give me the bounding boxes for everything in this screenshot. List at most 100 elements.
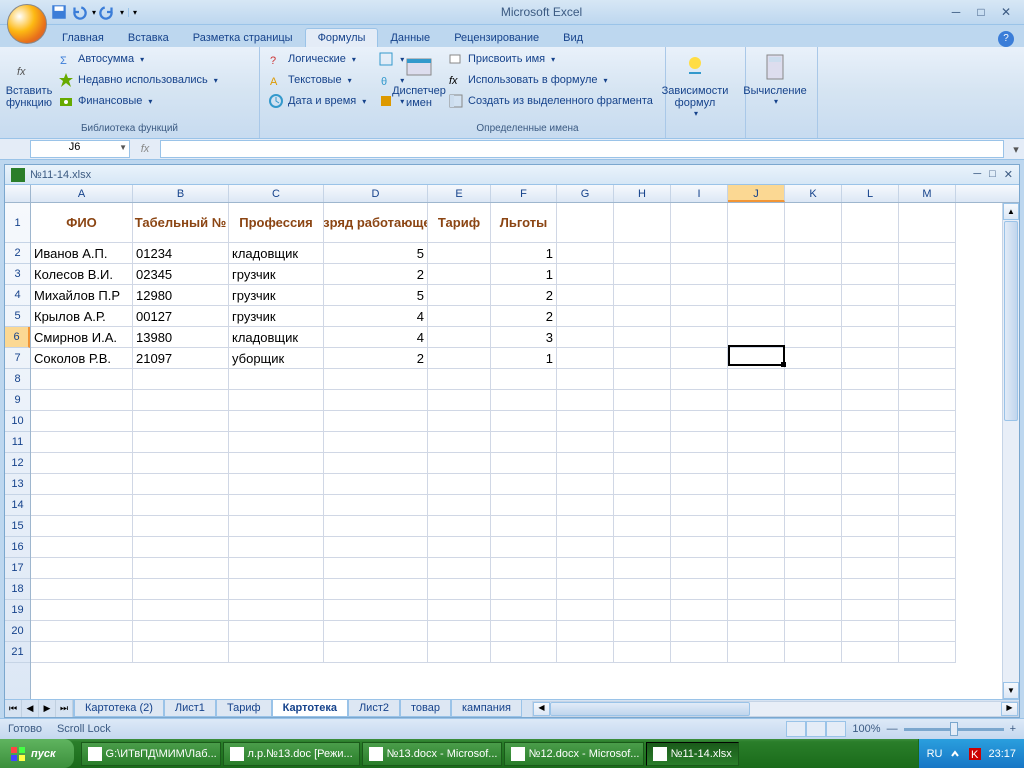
- cell-F17[interactable]: [491, 558, 557, 579]
- cell-D17[interactable]: [324, 558, 428, 579]
- cell-D8[interactable]: [324, 369, 428, 390]
- cell-K18[interactable]: [785, 579, 842, 600]
- cell-M3[interactable]: [899, 264, 956, 285]
- row-header-2[interactable]: 2: [5, 243, 30, 264]
- cell-L15[interactable]: [842, 516, 899, 537]
- cell-H11[interactable]: [614, 432, 671, 453]
- row-header-12[interactable]: 12: [5, 453, 30, 474]
- cell-D7[interactable]: 2: [324, 348, 428, 369]
- cell-J15[interactable]: [728, 516, 785, 537]
- cell-L19[interactable]: [842, 600, 899, 621]
- cell-F8[interactable]: [491, 369, 557, 390]
- logical-button[interactable]: ?Логические▾: [264, 49, 370, 69]
- cell-E19[interactable]: [428, 600, 491, 621]
- cell-D9[interactable]: [324, 390, 428, 411]
- sheet-tab-2[interactable]: Тариф: [216, 700, 272, 717]
- cell-G14[interactable]: [557, 495, 614, 516]
- cell-G1[interactable]: [557, 203, 614, 243]
- col-header-D[interactable]: D: [324, 185, 428, 202]
- cell-C5[interactable]: грузчик: [229, 306, 324, 327]
- hscroll-thumb[interactable]: [550, 702, 750, 716]
- name-manager-button[interactable]: Диспетчер имен: [394, 49, 444, 111]
- cell-F5[interactable]: 2: [491, 306, 557, 327]
- row-header-18[interactable]: 18: [5, 579, 30, 600]
- cell-H10[interactable]: [614, 411, 671, 432]
- scroll-up-button[interactable]: ▲: [1003, 203, 1019, 220]
- trace-button[interactable]: Зависимости формул▾: [670, 49, 720, 120]
- cell-F4[interactable]: 2: [491, 285, 557, 306]
- cell-E21[interactable]: [428, 642, 491, 663]
- qat-undo-button[interactable]: [70, 3, 88, 21]
- cell-I19[interactable]: [671, 600, 728, 621]
- cell-I20[interactable]: [671, 621, 728, 642]
- sheet-tab-4[interactable]: Лист2: [348, 700, 400, 717]
- cell-E8[interactable]: [428, 369, 491, 390]
- cell-K9[interactable]: [785, 390, 842, 411]
- cell-M13[interactable]: [899, 474, 956, 495]
- cell-E4[interactable]: [428, 285, 491, 306]
- cell-M5[interactable]: [899, 306, 956, 327]
- cell-F13[interactable]: [491, 474, 557, 495]
- view-layout-button[interactable]: [806, 721, 826, 737]
- cell-M21[interactable]: [899, 642, 956, 663]
- cell-H16[interactable]: [614, 537, 671, 558]
- row-header-5[interactable]: 5: [5, 306, 30, 327]
- define-name-button[interactable]: Присвоить имя▾: [444, 49, 657, 69]
- cell-M9[interactable]: [899, 390, 956, 411]
- cell-K20[interactable]: [785, 621, 842, 642]
- tray-lang[interactable]: RU: [927, 748, 943, 760]
- cell-L10[interactable]: [842, 411, 899, 432]
- cell-A7[interactable]: Соколов Р.В.: [31, 348, 133, 369]
- cell-E20[interactable]: [428, 621, 491, 642]
- cell-F12[interactable]: [491, 453, 557, 474]
- cell-G3[interactable]: [557, 264, 614, 285]
- cell-I17[interactable]: [671, 558, 728, 579]
- cell-B1[interactable]: Табельный №: [133, 203, 229, 243]
- row-header-9[interactable]: 9: [5, 390, 30, 411]
- cell-A5[interactable]: Крылов А.Р.: [31, 306, 133, 327]
- cell-F11[interactable]: [491, 432, 557, 453]
- cell-D11[interactable]: [324, 432, 428, 453]
- cell-C8[interactable]: [229, 369, 324, 390]
- col-header-C[interactable]: C: [229, 185, 324, 202]
- sheet-tab-6[interactable]: кампания: [451, 700, 522, 717]
- cell-F9[interactable]: [491, 390, 557, 411]
- cell-I21[interactable]: [671, 642, 728, 663]
- scroll-left-button[interactable]: ◀: [533, 702, 550, 716]
- cell-D6[interactable]: 4: [324, 327, 428, 348]
- qat-customize-dropdown[interactable]: ▾: [128, 8, 137, 17]
- col-header-I[interactable]: I: [671, 185, 728, 202]
- text-button[interactable]: AТекстовые▾: [264, 70, 370, 90]
- cell-G6[interactable]: [557, 327, 614, 348]
- cell-J2[interactable]: [728, 243, 785, 264]
- cell-J14[interactable]: [728, 495, 785, 516]
- wb-close[interactable]: ✕: [1004, 168, 1013, 181]
- cell-H8[interactable]: [614, 369, 671, 390]
- cell-I2[interactable]: [671, 243, 728, 264]
- cell-L5[interactable]: [842, 306, 899, 327]
- cell-F3[interactable]: 1: [491, 264, 557, 285]
- scroll-down-button[interactable]: ▼: [1003, 682, 1019, 699]
- cell-E18[interactable]: [428, 579, 491, 600]
- cell-A18[interactable]: [31, 579, 133, 600]
- formula-bar-expand[interactable]: ▾: [1008, 143, 1024, 156]
- cell-H2[interactable]: [614, 243, 671, 264]
- cell-L11[interactable]: [842, 432, 899, 453]
- sheet-tab-5[interactable]: товар: [400, 700, 451, 717]
- cell-M15[interactable]: [899, 516, 956, 537]
- cell-M16[interactable]: [899, 537, 956, 558]
- row-header-7[interactable]: 7: [5, 348, 30, 369]
- cell-G21[interactable]: [557, 642, 614, 663]
- cell-B14[interactable]: [133, 495, 229, 516]
- cell-C7[interactable]: уборщик: [229, 348, 324, 369]
- cell-D20[interactable]: [324, 621, 428, 642]
- cell-L13[interactable]: [842, 474, 899, 495]
- cell-A15[interactable]: [31, 516, 133, 537]
- cell-E13[interactable]: [428, 474, 491, 495]
- row-header-14[interactable]: 14: [5, 495, 30, 516]
- cell-B11[interactable]: [133, 432, 229, 453]
- cell-B4[interactable]: 12980: [133, 285, 229, 306]
- cell-A2[interactable]: Иванов А.П.: [31, 243, 133, 264]
- cell-B18[interactable]: [133, 579, 229, 600]
- cell-D15[interactable]: [324, 516, 428, 537]
